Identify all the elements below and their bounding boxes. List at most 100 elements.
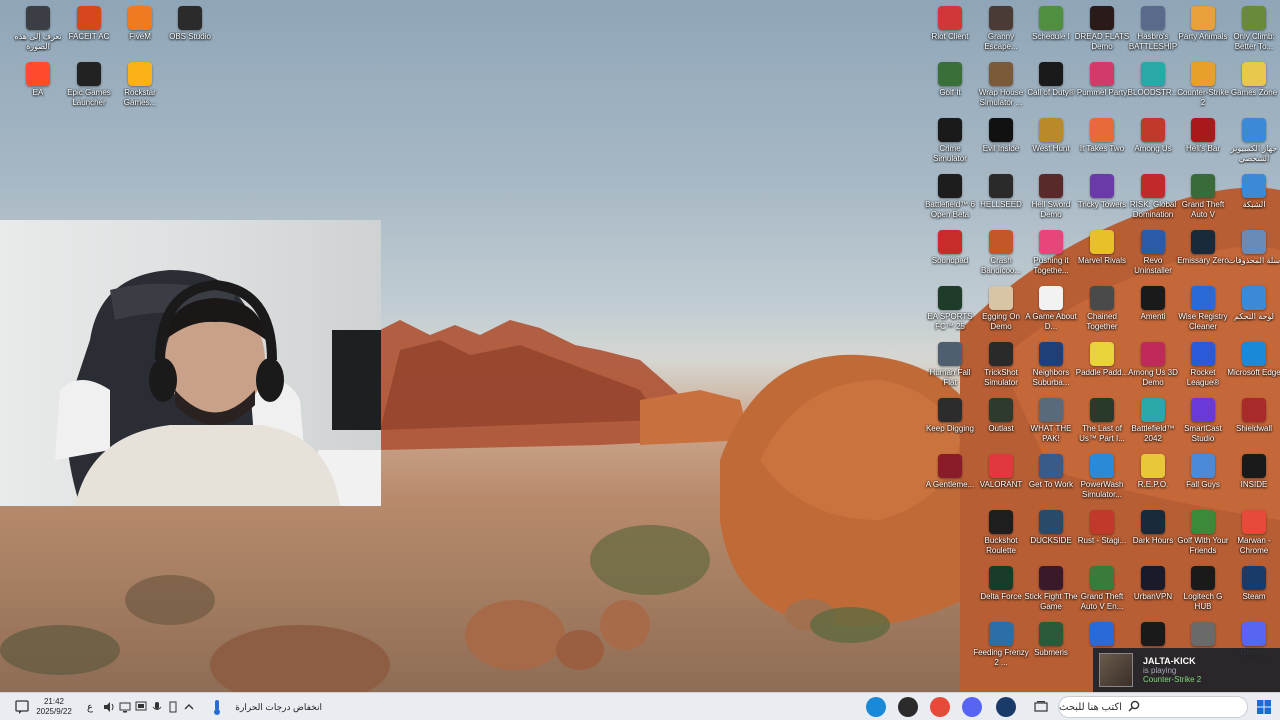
clock[interactable]: 21:42 2025/9/22 [36, 697, 72, 717]
desktop-icon[interactable]: Steam [1229, 566, 1279, 602]
desktop-icon[interactable]: Hell's Bar [1178, 118, 1228, 154]
desktop-icon[interactable]: VALORANT [976, 454, 1026, 490]
desktop-icon[interactable]: Shieldwall [1229, 398, 1279, 434]
desktop-icon[interactable]: Human Fall Flat [925, 342, 975, 388]
desktop-icon[interactable] [1128, 622, 1178, 648]
desktop-icon[interactable]: Games Zone [1229, 62, 1279, 98]
desktop-icon[interactable]: TrickShot Simulator [976, 342, 1026, 388]
desktop-icon[interactable]: Battlefield™ 2042 [1128, 398, 1178, 444]
taskbar-search[interactable]: اكتب هنا للبحث [1058, 696, 1248, 718]
notification-center-icon[interactable] [12, 697, 32, 717]
desktop-icon[interactable]: تعرف إلى هذه الصورة [13, 6, 63, 52]
desktop-icon[interactable]: Hasbro's BATTLESHIP [1128, 6, 1178, 52]
desktop-icon[interactable]: Battlefield™ 6 Open Beta [925, 174, 975, 220]
desktop-icon[interactable]: Buckshot Roulette [976, 510, 1026, 556]
network-icon[interactable] [118, 697, 132, 717]
desktop-icon[interactable]: Grand Theft Auto V [1178, 174, 1228, 220]
discord-icon[interactable] [961, 697, 983, 717]
desktop-icon[interactable]: Dark Hours [1128, 510, 1178, 546]
desktop-icon[interactable]: Emissary Zero [1177, 230, 1229, 266]
desktop-icon[interactable]: Marvel Rivals [1077, 230, 1127, 266]
desktop-icon[interactable]: Among Us [1128, 118, 1178, 154]
desktop-icon[interactable]: Amenti [1128, 286, 1178, 322]
desktop-icon[interactable]: Riot Client [925, 6, 975, 42]
desktop-icon[interactable]: A Gentleme... [925, 454, 975, 490]
desktop-icon[interactable]: Wrap House Simulator ... [976, 62, 1026, 108]
desktop-icon[interactable]: EA [13, 62, 63, 98]
desktop-icon[interactable]: لوحة التحكم [1229, 286, 1279, 322]
desktop-icon[interactable]: Get To Work [1026, 454, 1076, 490]
desktop-icon[interactable] [1077, 622, 1127, 648]
desktop-icon[interactable] [1178, 622, 1228, 648]
display-icon[interactable] [134, 697, 148, 717]
desktop-icon[interactable]: Paddle Padd... [1076, 342, 1128, 378]
desktop-icon[interactable]: Schedule I [1026, 6, 1076, 42]
desktop-icon[interactable]: Only Climb: Better To... [1229, 6, 1279, 52]
desktop-icon[interactable]: DUCKSIDE [1026, 510, 1076, 546]
desktop-icon[interactable]: Crash Bandicoo... [976, 230, 1026, 276]
start-button[interactable] [1254, 697, 1274, 717]
desktop-icon[interactable]: Tricky Towers [1077, 174, 1127, 210]
desktop-icon[interactable]: Among Us 3D Demo [1128, 342, 1178, 388]
desktop-icon[interactable]: سلة المحذوفات [1228, 230, 1280, 266]
desktop-icon[interactable]: Pummel Party [1077, 62, 1127, 98]
steam-icon[interactable] [995, 697, 1017, 717]
desktop-icon[interactable]: FACEIT AC [64, 6, 114, 42]
desktop-icon[interactable]: SmartCast Studio [1178, 398, 1228, 444]
desktop-icon[interactable]: Rocket League® [1178, 342, 1228, 388]
desktop-icon[interactable]: Granny Escape... [976, 6, 1026, 52]
desktop-icon[interactable]: Delta Force [976, 566, 1026, 602]
desktop-icon[interactable]: R.E.P.O. [1128, 454, 1178, 490]
desktop-icon[interactable]: Submeris [1026, 622, 1076, 658]
desktop-icon[interactable]: WHAT THE PAK! [1026, 398, 1076, 444]
desktop-icon[interactable]: Party Animals [1178, 6, 1228, 42]
desktop-icon[interactable]: BLOODSTR... [1128, 62, 1178, 98]
desktop-icon[interactable]: Neighbors Suburba... [1026, 342, 1076, 388]
desktop-icon[interactable]: Epic Games Launcher [64, 62, 114, 108]
desktop-icon[interactable]: The Last of Us™ Part I... [1077, 398, 1127, 444]
desktop-icon[interactable]: Grand Theft Auto V En... [1077, 566, 1127, 612]
desktop-icon[interactable]: Microsoft Edge [1227, 342, 1280, 378]
input-language[interactable]: ع [84, 697, 96, 717]
obs-icon[interactable] [897, 697, 919, 717]
desktop-icon[interactable]: Evil Inside [976, 118, 1026, 154]
desktop-icon[interactable]: West Hunt [1026, 118, 1076, 154]
desktop-icon[interactable]: Call of Duty® [1026, 62, 1076, 98]
desktop-icon[interactable]: الشبكة [1229, 174, 1279, 210]
usb-icon[interactable] [166, 697, 180, 717]
desktop-icon[interactable]: Fall Guys [1178, 454, 1228, 490]
desktop-icon[interactable]: Pushing it Togethe... [1026, 230, 1076, 276]
chevron-up-icon[interactable] [182, 697, 196, 717]
desktop-icon[interactable]: Chained Together [1077, 286, 1127, 332]
desktop-icon[interactable]: Counter-Strike 2 [1177, 62, 1229, 108]
desktop-icon[interactable]: Stick Fight The Game [1024, 566, 1078, 612]
desktop-icon[interactable]: Soundpad [925, 230, 975, 266]
desktop-icon[interactable]: Feeding Frenzy 2 ... [973, 622, 1029, 668]
desktop-icon[interactable]: Golf It [925, 62, 975, 98]
desktop-icon[interactable]: Marwan - Chrome [1229, 510, 1279, 556]
desktop-icon[interactable]: It Takes Two [1077, 118, 1127, 154]
desktop-icon[interactable]: Wise Registry Cleaner [1178, 286, 1228, 332]
edge-icon[interactable] [865, 697, 887, 717]
desktop-icon[interactable]: Revo Uninstaller [1128, 230, 1178, 276]
desktop-icon[interactable]: PowerWash Simulator... [1077, 454, 1127, 500]
desktop-icon[interactable]: Hell Sword Demo [1026, 174, 1076, 220]
desktop-icon[interactable]: DREAD FLATS Demo [1075, 6, 1129, 52]
microphone-icon[interactable] [150, 697, 164, 717]
desktop-icon[interactable]: HELLSEED [976, 174, 1026, 210]
desktop-icon[interactable]: Golf With Your Friends [1177, 510, 1229, 556]
desktop-icon[interactable]: Rockstar Games... [115, 62, 165, 108]
desktop-icon[interactable]: EA SPORTS FC™ 25 [925, 286, 975, 332]
desktop-icon[interactable]: A Game About D... [1025, 286, 1077, 332]
desktop-icon[interactable]: Rust - Stagi... [1077, 510, 1127, 546]
desktop-icon[interactable]: Logitech G HUB [1178, 566, 1228, 612]
desktop-icon[interactable]: Outlast [976, 398, 1026, 434]
weather-widget[interactable]: انخفاض درجات الحرارة [228, 697, 322, 717]
volume-icon[interactable] [102, 697, 116, 717]
desktop-icon[interactable]: Keep Digging [925, 398, 975, 434]
desktop-icon[interactable]: FiveM [115, 6, 165, 42]
task-view-icon[interactable] [1032, 697, 1050, 717]
chrome-icon[interactable] [929, 697, 951, 717]
desktop-icon[interactable]: INSIDE [1229, 454, 1279, 490]
desktop-icon[interactable]: OBS Studio [165, 6, 215, 42]
